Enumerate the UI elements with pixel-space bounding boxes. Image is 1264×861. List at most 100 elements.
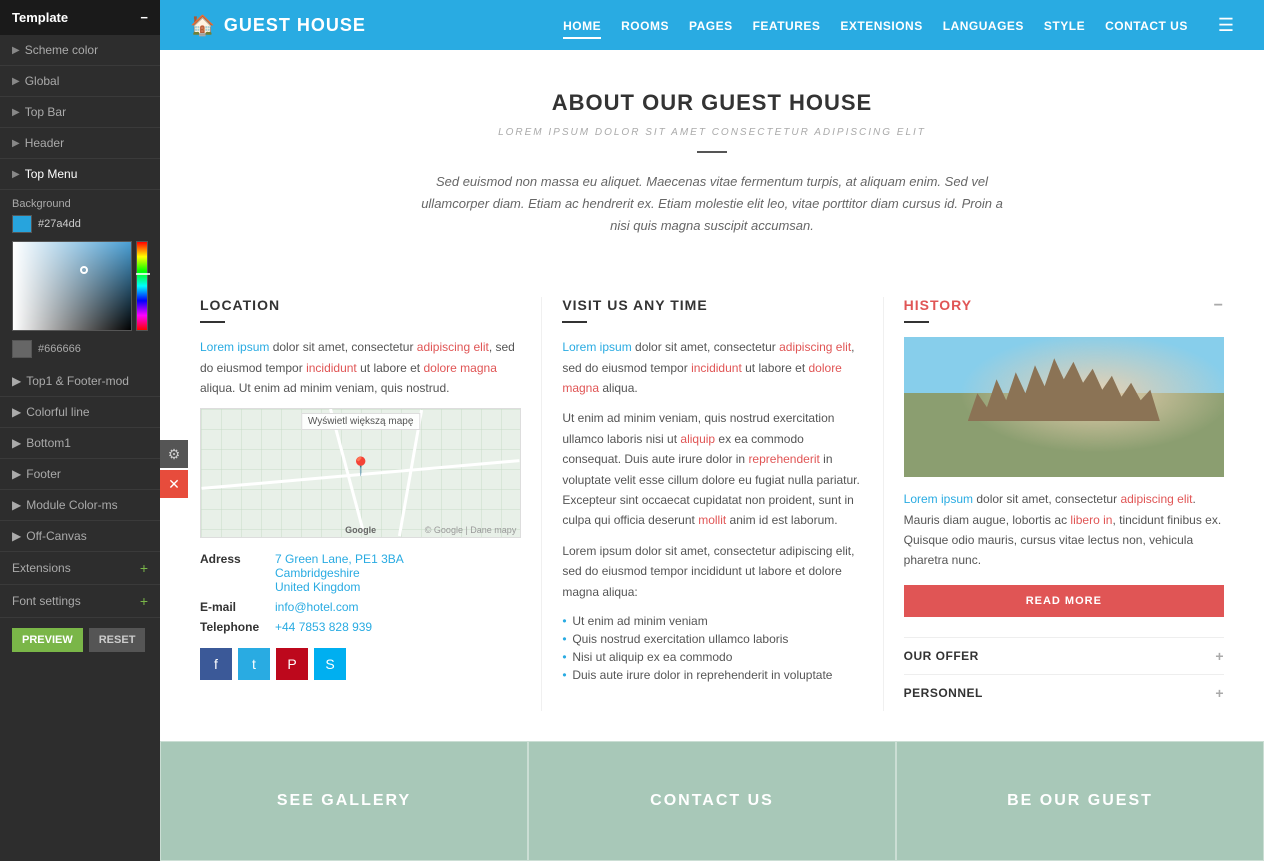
sidebar-item-module-color[interactable]: ▶ Module Color-ms [0, 490, 160, 521]
sidebar-item-top-menu[interactable]: ▶ Top Menu [0, 159, 160, 190]
accordion-header-personnel[interactable]: PERSONNEL + [904, 685, 1224, 701]
close-icon[interactable]: ✕ [160, 470, 188, 498]
accordion-expand-icon[interactable]: + [1215, 685, 1224, 701]
nav-link-features[interactable]: FEATURES [753, 19, 821, 37]
footer-cta-contact[interactable]: CONTACT US [528, 741, 896, 861]
nav-item-extensions[interactable]: EXTENSIONS [840, 18, 922, 33]
read-more-button[interactable]: READ MORE [904, 585, 1224, 617]
sidebar-collapse-btn[interactable]: − [140, 10, 148, 25]
house-icon: 🏠 [190, 13, 216, 38]
about-section: ABOUT OUR GUEST HOUSE LOREM IPSUM DOLOR … [160, 50, 1264, 267]
email-value[interactable]: info@hotel.com [275, 600, 359, 614]
color-picker-gradient[interactable] [12, 241, 132, 331]
twitter-icon[interactable]: t [238, 648, 270, 680]
sidebar-item-top-bar[interactable]: ▶ Top Bar [0, 97, 160, 128]
nav-item-rooms[interactable]: ROOMS [621, 18, 669, 33]
nav-link-languages[interactable]: LANGUAGES [943, 19, 1024, 37]
location-text-blue: Lorem ipsum [200, 340, 273, 354]
accordion-header-offer[interactable]: OUR OFFER + [904, 648, 1224, 664]
footer-cta-contact-label: CONTACT US [650, 792, 774, 809]
accordion-item-offer: OUR OFFER + [904, 637, 1224, 674]
visit-column: VISIT US ANY TIME Lorem ipsum dolor sit … [541, 297, 882, 711]
sidebar-item-label: Off-Canvas [26, 529, 86, 543]
location-text-dark: dolor sit amet, consectetur [273, 340, 417, 354]
sidebar-header: Template − [0, 0, 160, 35]
sidebar-item-off-canvas[interactable]: ▶ Off-Canvas [0, 521, 160, 552]
sidebar-item-footer[interactable]: ▶ Footer [0, 459, 160, 490]
hamburger-icon[interactable]: ☰ [1218, 15, 1234, 36]
nav-item-features[interactable]: FEATURES [753, 18, 821, 33]
chevron-right-icon: ▶ [12, 76, 20, 87]
history-divider [904, 321, 929, 323]
reset-button[interactable]: RESET [89, 628, 146, 652]
location-heading: LOCATION [200, 297, 521, 313]
three-column-section: LOCATION Lorem ipsum dolor sit amet, con… [160, 267, 1264, 741]
font-settings-row[interactable]: Font settings + [0, 585, 160, 618]
sidebar-item-scheme-color[interactable]: ▶ Scheme color [0, 35, 160, 66]
address-label: Adress [200, 552, 265, 594]
nav-item-languages[interactable]: LANGUAGES [943, 18, 1024, 33]
map-zoom-label[interactable]: Wyświetl większą mapę [301, 413, 421, 430]
accordion-expand-icon[interactable]: + [1215, 648, 1224, 664]
address-value: 7 Green Lane, PE1 3BA Cambridgeshire Uni… [275, 552, 404, 594]
gradient-area[interactable] [13, 242, 131, 330]
google-maps-logo: Google [345, 525, 376, 535]
footer-cta-gallery[interactable]: SEE GALLERY [160, 741, 528, 861]
sidebar: Template − ▶ Scheme color ▶ Global ▶ Top… [0, 0, 160, 861]
sidebar-item-label: Top Bar [25, 105, 66, 119]
gear-icon[interactable]: ⚙ [160, 440, 188, 468]
preview-button[interactable]: PREVIEW [12, 628, 83, 652]
history-image-inner [904, 337, 1224, 477]
gray-swatch[interactable] [12, 340, 32, 358]
history-body: Lorem ipsum dolor sit amet, consectetur … [904, 489, 1224, 571]
facebook-icon[interactable]: f [200, 648, 232, 680]
sidebar-item-label: Footer [26, 467, 61, 481]
nav-item-pages[interactable]: PAGES [689, 18, 733, 33]
accordion-label-offer: OUR OFFER [904, 649, 979, 663]
sidebar-item-colorful-line[interactable]: ▶ Colorful line [0, 397, 160, 428]
gray-hex-value: #666666 [38, 343, 81, 355]
color-swatch[interactable] [12, 215, 32, 233]
telephone-label: Telephone [200, 620, 265, 634]
visit-body3: Lorem ipsum dolor sit amet, consectetur … [562, 541, 862, 602]
chevron-right-icon: ▶ [12, 467, 21, 481]
sidebar-item-label: Colorful line [26, 405, 89, 419]
footer-cta-guest[interactable]: BE OUR GUEST [896, 741, 1264, 861]
nav-link-pages[interactable]: PAGES [689, 19, 733, 37]
sidebar-item-top1-footer[interactable]: ▶ Top1 & Footer-mod [0, 366, 160, 397]
about-subtitle: LOREM IPSUM DOLOR SIT AMET CONSECTETUR A… [412, 124, 1012, 141]
main-content: 🏠 GUEST HOUSE HOME ROOMS PAGES FEATURES … [160, 0, 1264, 861]
content-area: ABOUT OUR GUEST HOUSE LOREM IPSUM DOLOR … [160, 50, 1264, 861]
nav-link-rooms[interactable]: ROOMS [621, 19, 669, 37]
extensions-row[interactable]: Extensions + [0, 552, 160, 585]
nav-item-style[interactable]: STYLE [1044, 18, 1085, 33]
nav-item-contact[interactable]: CONTACT US [1105, 18, 1188, 33]
address-row: Adress 7 Green Lane, PE1 3BA Cambridgesh… [200, 552, 521, 594]
email-row: E-mail info@hotel.com [200, 600, 521, 614]
footer-cta-gallery-label: SEE GALLERY [277, 792, 411, 809]
nav-link-contact[interactable]: CONTACT US [1105, 19, 1188, 37]
sidebar-item-label: Global [25, 74, 60, 88]
extensions-add-icon[interactable]: + [140, 560, 148, 576]
chevron-right-icon: ▶ [12, 45, 20, 56]
sidebar-item-bottom1[interactable]: ▶ Bottom1 [0, 428, 160, 459]
nav-link-style[interactable]: STYLE [1044, 19, 1085, 37]
site-name: GUEST HOUSE [224, 15, 366, 36]
extensions-label: Extensions [12, 561, 71, 575]
visit-heading: VISIT US ANY TIME [562, 297, 862, 313]
nav-item-home[interactable]: HOME [563, 18, 601, 33]
about-divider [697, 151, 727, 153]
pinterest-icon[interactable]: P [276, 648, 308, 680]
nav-link-home[interactable]: HOME [563, 19, 601, 39]
skype-icon[interactable]: S [314, 648, 346, 680]
hue-cursor [136, 273, 150, 275]
nav-link-extensions[interactable]: EXTENSIONS [840, 19, 922, 37]
sidebar-item-header[interactable]: ▶ Header [0, 128, 160, 159]
font-settings-add-icon[interactable]: + [140, 593, 148, 609]
history-collapse-icon[interactable]: − [1214, 297, 1224, 315]
footer-cta-guest-label: BE OUR GUEST [1007, 792, 1153, 809]
sidebar-item-global[interactable]: ▶ Global [0, 66, 160, 97]
map-area[interactable]: Wyświetl większą mapę 📍 Google © Google … [200, 408, 521, 538]
hue-bar[interactable] [136, 241, 148, 331]
location-divider [200, 321, 225, 323]
